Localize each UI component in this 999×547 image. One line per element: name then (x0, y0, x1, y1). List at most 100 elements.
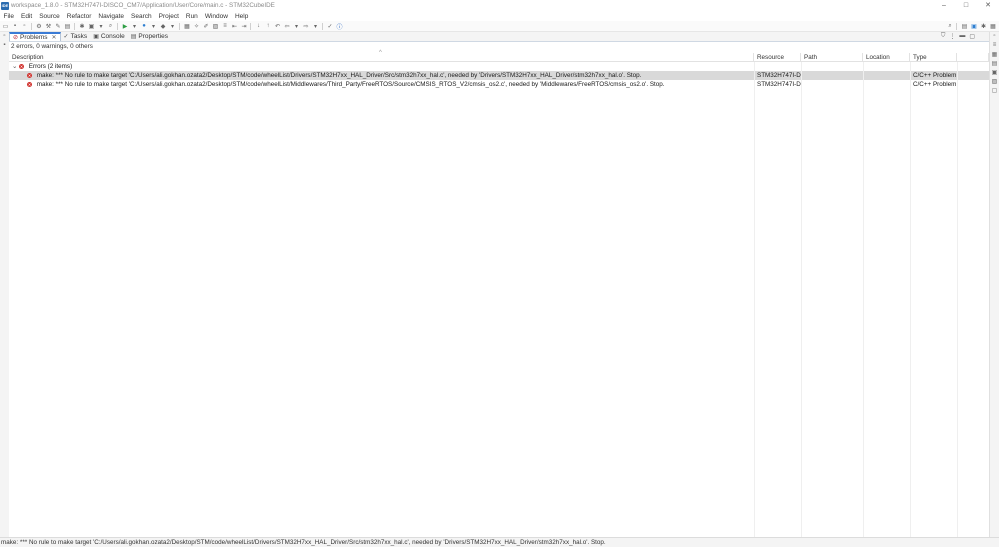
outline-icon[interactable]: ▪ (1, 42, 9, 50)
debug-perspective-icon[interactable]: ✱ (980, 22, 988, 30)
view-tab-row: ⊘ Problems ✕ ✓ Tasks ▣ Console ▤ Propert… (9, 32, 989, 42)
app-icon: IDE (1, 1, 9, 10)
outline-icon[interactable]: ≡ (991, 42, 999, 50)
column-divider (910, 62, 911, 537)
column-path[interactable]: Path (801, 53, 863, 61)
chevron-down-icon[interactable]: ▾ (131, 22, 139, 30)
chevron-down-icon[interactable]: ▾ (150, 22, 158, 30)
shift-left-icon[interactable]: ⇤ (231, 22, 239, 30)
chevron-down-icon[interactable]: ▾ (169, 22, 177, 30)
menu-source[interactable]: Source (36, 13, 64, 20)
menu-file[interactable]: File (0, 13, 17, 20)
chevron-down-icon[interactable]: ⌄ (12, 63, 17, 70)
resource-cell: STM32H747I-D... (757, 81, 801, 88)
column-divider (863, 62, 864, 537)
registers-icon[interactable]: ▨ (991, 78, 999, 86)
menu-edit[interactable]: Edit (17, 13, 35, 20)
tab-properties[interactable]: ▤ Properties (128, 32, 171, 41)
build-icon[interactable]: ⚒ (45, 22, 53, 30)
open-task-icon[interactable]: ✧ (193, 22, 201, 30)
external-tools-icon[interactable]: ◆ (159, 22, 167, 30)
device-icon[interactable]: ▣ (88, 22, 96, 30)
main-toolbar: ▭ ▪ ▫ ⚙ ⚒ ✎ ▤ ✱ ▣ ▾ ⌕ ▶ ▾ ● ▾ ◆ ▾ ▦ ✧ ✐ … (0, 21, 999, 32)
chevron-down-icon[interactable]: ▾ (97, 22, 105, 30)
static-stack-icon[interactable]: ▤ (991, 60, 999, 68)
search-file-icon[interactable]: ⌕ (107, 22, 115, 30)
close-window-button[interactable]: ✕ (977, 0, 999, 11)
menu-navigate[interactable]: Navigate (95, 13, 128, 20)
toggle-mark-icon[interactable]: ▨ (212, 22, 220, 30)
menu-window[interactable]: Window (201, 13, 231, 20)
cpp-perspective-icon[interactable]: ▣ (970, 22, 978, 30)
debug-run-icon[interactable]: ● (140, 22, 148, 30)
column-location[interactable]: Location (863, 53, 910, 61)
annotation-icon[interactable]: ✐ (202, 22, 210, 30)
forward-icon[interactable]: ⇨ (302, 22, 310, 30)
column-type[interactable]: Type (910, 53, 957, 61)
pin-editor-icon[interactable]: ✓ (326, 22, 334, 30)
tab-console[interactable]: ▣ Console (90, 32, 128, 41)
view-menu-icon[interactable]: ⋮ (949, 33, 955, 40)
error-icon: ✕ (27, 81, 32, 87)
view-toolbar: ⛉ ⋮ ▬ ▢ (941, 33, 975, 40)
problems-view: 2 errors, 0 warnings, 0 others ^ Descrip… (9, 42, 989, 537)
back-icon[interactable]: ⇦ (283, 22, 291, 30)
cpu-icon[interactable]: ▣ (991, 69, 999, 77)
shift-right-icon[interactable]: ⇥ (240, 22, 248, 30)
next-annotation-icon[interactable]: ↓ (255, 22, 263, 30)
right-trim-stack: ▫ ≡ ▦ ▤ ▣ ▨ ▢ (989, 32, 999, 537)
tab-label: Problems (20, 34, 48, 41)
properties-icon: ▤ (130, 34, 137, 40)
tab-problems[interactable]: ⊘ Problems ✕ (9, 32, 61, 41)
column-extra (957, 53, 989, 61)
debug-icon[interactable]: ✱ (78, 22, 86, 30)
save-all-icon[interactable]: ▫ (21, 22, 29, 30)
column-description[interactable]: Description (9, 53, 754, 61)
build-analyzer-icon[interactable]: ▦ (991, 51, 999, 59)
left-trim-stack: ▫ ▪ (0, 32, 9, 537)
table-row[interactable]: ✕ make: *** No rule to make target 'C:/U… (9, 80, 989, 89)
tasks-icon: ✓ (63, 34, 69, 40)
clean-icon[interactable]: ✎ (54, 22, 62, 30)
settings-icon[interactable]: ⚙ (35, 22, 43, 30)
last-edit-icon[interactable]: ↶ (274, 22, 282, 30)
print-icon[interactable]: ▤ (64, 22, 72, 30)
minimize-view-icon[interactable]: ▬ (959, 33, 965, 40)
new-icon[interactable]: ▭ (2, 22, 10, 30)
open-type-icon[interactable]: ▦ (183, 22, 191, 30)
chevron-down-icon[interactable]: ▾ (293, 22, 301, 30)
description-cell: ✕ make: *** No rule to make target 'C:/U… (9, 71, 754, 80)
format-icon[interactable]: ≡ (221, 22, 229, 30)
menu-run[interactable]: Run (182, 13, 201, 20)
memory-icon[interactable]: ▢ (991, 87, 999, 95)
minimize-button[interactable]: – (933, 0, 955, 11)
search-icon[interactable]: ⌕ (946, 22, 954, 30)
window-controls: – □ ✕ (933, 0, 999, 11)
maximize-view-icon[interactable]: ▢ (969, 33, 975, 40)
column-resource[interactable]: Resource (754, 53, 801, 61)
device-perspective-icon[interactable]: ▦ (989, 22, 997, 30)
restore-icon[interactable]: ▫ (991, 33, 999, 41)
save-icon[interactable]: ▪ (11, 22, 19, 30)
console-icon: ▣ (93, 34, 99, 40)
open-perspective-icon[interactable]: ▤ (961, 22, 969, 30)
table-row[interactable]: ✕ make: *** No rule to make target 'C:/U… (9, 71, 989, 80)
tab-label: Properties (138, 33, 169, 40)
resource-cell: STM32H747I-D... (757, 72, 801, 79)
maximize-button[interactable]: □ (955, 0, 977, 11)
chevron-down-icon[interactable]: ▾ (312, 22, 320, 30)
menu-search[interactable]: Search (128, 13, 156, 20)
group-row-errors[interactable]: ⌄ ✕ Errors (2 items) (9, 62, 989, 71)
run-icon[interactable]: ▶ (121, 22, 129, 30)
tab-label: Tasks (70, 33, 88, 40)
menu-project[interactable]: Project (155, 13, 182, 20)
title-bar: IDE workspace_1.8.0 - STM32H747I-DISCO_C… (0, 0, 999, 11)
menu-refactor[interactable]: Refactor (63, 13, 95, 20)
filter-icon[interactable]: ⛉ (941, 33, 946, 40)
prev-annotation-icon[interactable]: ↑ (264, 22, 272, 30)
menu-help[interactable]: Help (231, 13, 251, 20)
restore-icon[interactable]: ▫ (1, 33, 9, 41)
info-icon[interactable]: ⓘ (336, 22, 344, 31)
close-icon[interactable]: ✕ (52, 34, 57, 41)
tab-tasks[interactable]: ✓ Tasks (61, 32, 91, 41)
